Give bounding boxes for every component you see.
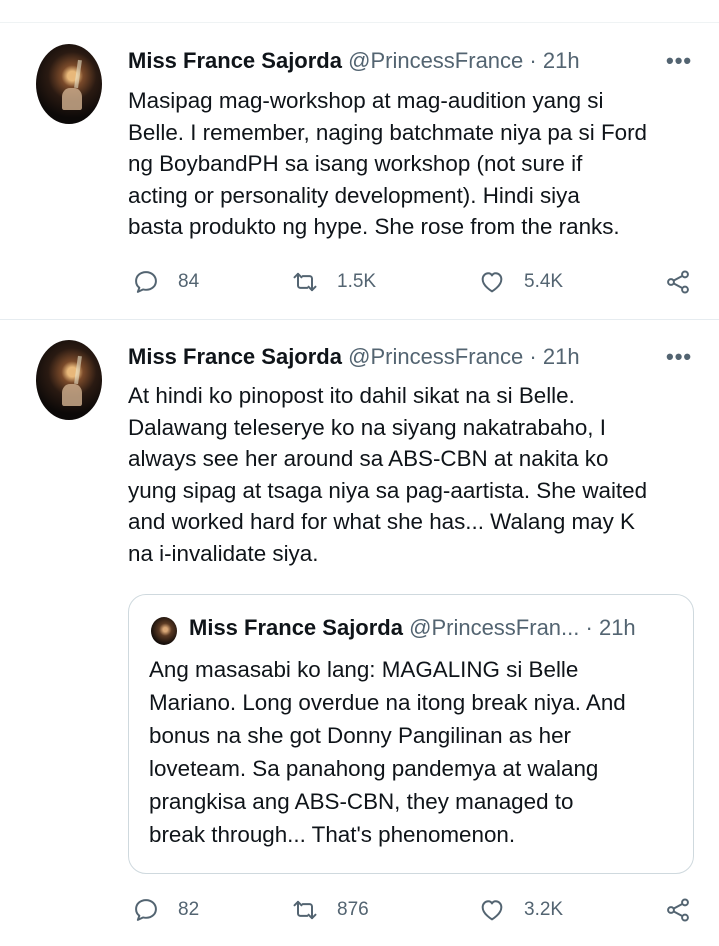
heart-icon — [481, 272, 503, 293]
like-count: 3.2K — [524, 899, 564, 920]
tweet-text-line: na i-invalidate siya. — [128, 540, 319, 566]
retweet-count: 1.5K — [337, 271, 377, 292]
quoted-tweet[interactable]: Miss France Sajorda @PrincessFran... · 2… — [128, 594, 694, 874]
separator-dot: · — [585, 615, 593, 640]
reply-button[interactable]: 84 — [132, 268, 199, 296]
separator-dot: · — [529, 344, 537, 369]
top-edge — [0, 0, 719, 23]
reply-icon — [135, 271, 157, 293]
heart-icon — [481, 900, 503, 921]
tweet-text-line: always see her around sa ABS-CBN at naki… — [128, 446, 609, 471]
tweet-header: Miss France Sajorda @PrincessFrance · 21… — [128, 48, 580, 74]
like-button[interactable]: 5.4K — [478, 268, 563, 296]
timestamp[interactable]: 21h — [543, 48, 580, 73]
author-handle[interactable]: @PrincessFrance — [348, 48, 523, 73]
tweet-text: Masipag mag-workshop at mag-audition yan… — [128, 85, 703, 243]
reply-count: 84 — [178, 271, 200, 292]
retweet-count: 876 — [337, 899, 369, 920]
author-name: Miss France Sajorda — [189, 615, 403, 640]
quoted-text-line: Ang masasabi ko lang: MAGALING si Belle — [149, 657, 579, 682]
separator-dot: · — [529, 48, 537, 73]
avatar[interactable] — [36, 340, 102, 420]
share-icon — [667, 270, 689, 294]
tweet-text-line: ng BoybandPH sa isang workshop (not sure… — [128, 151, 583, 176]
quoted-tweet-header: Miss France Sajorda @PrincessFran... · 2… — [189, 615, 636, 641]
timestamp[interactable]: 21h — [543, 344, 580, 369]
more-icon[interactable]: ••• — [666, 48, 692, 74]
author-name[interactable]: Miss France Sajorda — [128, 48, 342, 73]
author-name[interactable]: Miss France Sajorda — [128, 344, 342, 369]
tweet-actions: 82 876 3.2K — [128, 896, 698, 928]
retweet-button[interactable]: 1.5K — [291, 268, 376, 296]
tweet-header: Miss France Sajorda @PrincessFrance · 21… — [128, 344, 580, 370]
quoted-tweet-text: Ang masasabi ko lang: MAGALING si Belle … — [149, 653, 679, 851]
like-button[interactable]: 3.2K — [478, 896, 563, 924]
quoted-text-line: bonus na she got Donny Pangilinan as her — [149, 723, 571, 748]
like-count: 5.4K — [524, 271, 564, 292]
retweet-icon — [293, 272, 317, 292]
tweet-text-line: acting or personality development). Hind… — [128, 182, 580, 208]
tweet-text-line: At hindi ko pinopost ito dahil sikat na … — [128, 383, 575, 408]
quoted-text-line: prangkisa ang ABS-CBN, they managed to — [149, 789, 574, 814]
more-icon[interactable]: ••• — [666, 344, 692, 370]
tweet-text-line: Dalawang teleserye ko na siyang nakatrab… — [128, 414, 606, 440]
share-button[interactable] — [664, 268, 692, 296]
tweet-text: At hindi ko pinopost ito dahil sikat na … — [128, 380, 703, 569]
avatar[interactable] — [36, 44, 102, 124]
tweet-actions: 84 1.5K 5.4K — [128, 268, 698, 300]
share-button[interactable] — [664, 896, 692, 924]
quoted-text-line: break through... That's phenomenon. — [149, 822, 516, 847]
tweet-divider — [0, 319, 719, 320]
retweet-icon — [293, 900, 317, 920]
author-handle: @PrincessFran... — [409, 615, 580, 640]
retweet-button[interactable]: 876 — [291, 896, 369, 924]
tweet-text-line: yung sipag at tsaga niya sa pag-aartista… — [128, 477, 648, 503]
quoted-text-line: Mariano. Long overdue na itong break niy… — [149, 690, 626, 715]
tweet-text-line: Belle. I remember, naging batchmate niya… — [128, 119, 647, 145]
tweet-text-line: Masipag mag-workshop at mag-audition yan… — [128, 88, 604, 113]
reply-icon — [135, 899, 157, 921]
tweet-text-line: basta produkto ng hype. She rose from th… — [128, 214, 620, 239]
reply-button[interactable]: 82 — [132, 896, 199, 924]
timestamp: 21h — [598, 615, 636, 640]
avatar — [151, 617, 177, 645]
share-icon — [667, 898, 689, 922]
author-handle[interactable]: @PrincessFrance — [348, 344, 523, 369]
reply-count: 82 — [178, 899, 200, 920]
quoted-text-line: loveteam. Sa panahong pandemya at walang — [149, 756, 599, 781]
tweet-text-line: and worked hard for what she has... Wala… — [128, 509, 635, 534]
